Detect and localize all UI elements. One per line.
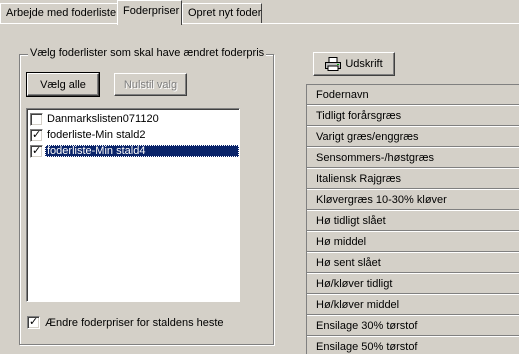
change-prices-checkbox[interactable]: ✓ — [27, 316, 40, 329]
tab-bar: Arbejde med foderliste Foderpriser Opret… — [0, 0, 519, 25]
checkmark-icon: ✓ — [29, 316, 39, 328]
printer-icon — [325, 57, 342, 71]
table-row[interactable]: Hø sent slået — [307, 252, 519, 273]
feed-name-cell: Hø/kløver tidligt — [316, 278, 393, 290]
feed-name-cell: Hø/kløver middel — [316, 299, 400, 311]
list-item-min-stald2[interactable]: ✓ foderliste-Min stald2 — [30, 127, 239, 143]
table-row[interactable]: Italiensk Rajgræs — [307, 168, 519, 189]
table-row[interactable]: Ensilage 30% tørstof — [307, 315, 519, 336]
list-item-label: foderliste-Min stald4 — [45, 145, 239, 157]
table-row[interactable]: Varigt græs/enggræs — [307, 126, 519, 147]
table-row[interactable]: Hø tidligt slået — [307, 210, 519, 231]
feed-name-cell: Kløvergræs 10-30% kløver — [316, 194, 447, 206]
table-header[interactable]: Fodernavn — [307, 84, 519, 105]
print-label: Udskrift — [345, 58, 383, 70]
list-checkbox[interactable] — [30, 112, 43, 126]
select-all-button[interactable]: Vælg alle — [26, 72, 100, 97]
feed-name-cell: Italiensk Rajgræs — [316, 173, 401, 185]
tab-label: Arbejde med foderliste — [6, 7, 117, 19]
tab-foderpriser[interactable]: Foderpriser — [117, 0, 182, 25]
feed-list-box[interactable]: Danmarkslisten071120 ✓ foderliste-Min st… — [26, 108, 240, 302]
tab-arbejde-med-foderliste[interactable]: Arbejde med foderliste — [0, 3, 118, 24]
feed-name-cell: Sensommers-/høstgræs — [316, 152, 434, 164]
feed-name-table: Fodernavn Tidligt forårsgræs Varigt græs… — [306, 84, 519, 354]
table-row[interactable]: Hø/kløver tidligt — [307, 273, 519, 294]
checkmark-icon: ✓ — [32, 128, 42, 141]
list-checkbox[interactable]: ✓ — [30, 144, 43, 158]
tab-opret-nyt-foder[interactable]: Opret nyt foder — [182, 3, 262, 24]
table-row[interactable]: Tidligt forårsgræs — [307, 105, 519, 126]
feed-name-cell: Ensilage 50% tørstof — [316, 341, 418, 353]
table-row[interactable]: Kløvergræs 10-30% kløver — [307, 189, 519, 210]
reset-selection-button[interactable]: Nulstil valg — [114, 73, 187, 96]
list-item-label: Danmarkslisten071120 — [47, 113, 159, 125]
checkmark-icon: ✓ — [32, 144, 42, 157]
feed-name-cell: Varigt græs/enggræs — [316, 131, 419, 143]
reset-selection-label: Nulstil valg — [123, 78, 178, 91]
feed-name-cell: Hø sent slået — [316, 257, 381, 269]
list-item-danmarkslisten[interactable]: Danmarkslisten071120 — [30, 111, 239, 127]
change-prices-option[interactable]: ✓ Ændre foderpriser for staldens heste — [27, 316, 224, 329]
feed-name-cell: Tidligt forårsgræs — [316, 110, 402, 122]
feed-price-window: Arbejde med foderliste Foderpriser Opret… — [0, 0, 519, 354]
column-header-fodernavn: Fodernavn — [316, 89, 369, 101]
table-row[interactable]: Sensommers-/høstgræs — [307, 147, 519, 168]
group-title: Vælg foderlister som skal have ændret fo… — [28, 47, 267, 59]
list-item-label: foderliste-Min stald2 — [47, 129, 146, 141]
feed-name-cell: Hø tidligt slået — [316, 215, 386, 227]
table-row[interactable]: Ensilage 50% tørstof — [307, 336, 519, 354]
tab-label: Opret nyt foder — [188, 7, 262, 19]
feed-name-cell: Ensilage 30% tørstof — [316, 320, 418, 332]
feed-name-cell: Hø middel — [316, 236, 367, 248]
change-prices-label: Ændre foderpriser for staldens heste — [45, 316, 224, 329]
list-item-min-stald4[interactable]: ✓ foderliste-Min stald4 — [30, 143, 239, 159]
select-all-label: Vælg alle — [40, 78, 86, 91]
table-row[interactable]: Hø middel — [307, 231, 519, 252]
print-button[interactable]: Udskrift — [313, 52, 395, 76]
table-row[interactable]: Hø/kløver middel — [307, 294, 519, 315]
tab-label: Foderpriser — [123, 5, 180, 17]
list-checkbox[interactable]: ✓ — [30, 128, 43, 142]
